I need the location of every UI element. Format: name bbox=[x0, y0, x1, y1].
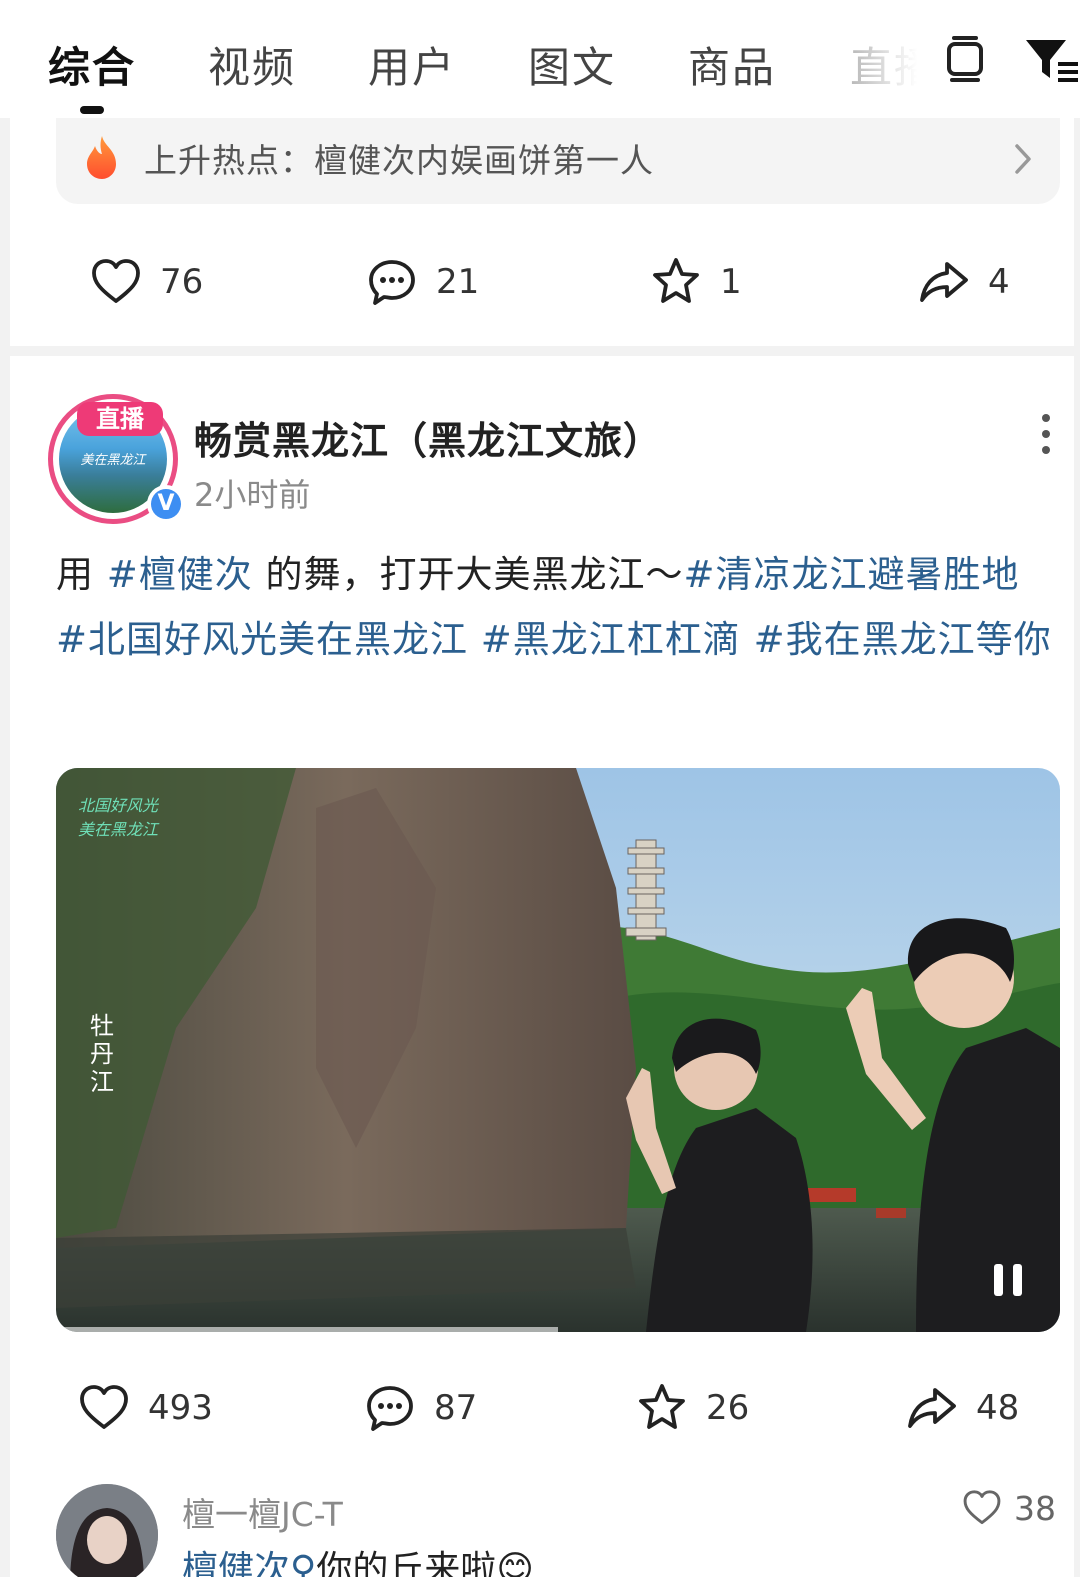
like-button[interactable]: 76 bbox=[90, 256, 203, 308]
filter-icon[interactable] bbox=[1022, 34, 1080, 84]
share-icon bbox=[920, 262, 968, 302]
comment-count: 21 bbox=[436, 262, 480, 302]
post-time: 2小时前 bbox=[194, 476, 311, 514]
comment-like-button[interactable]: 38 bbox=[962, 1488, 1056, 1528]
favorite-count: 1 bbox=[720, 262, 742, 302]
tab-image-text[interactable]: 图文 bbox=[528, 34, 616, 95]
tab-comprehensive[interactable]: 综合 bbox=[48, 34, 136, 95]
hot-topic-prefix: 上升热点： bbox=[144, 141, 314, 180]
share-button[interactable]: 4 bbox=[918, 256, 1010, 308]
hashtag-link[interactable]: #檀健次 bbox=[107, 553, 253, 596]
video-watermark-line-1: 北国好风光 bbox=[78, 796, 159, 815]
flame-icon bbox=[87, 136, 116, 179]
star-icon bbox=[639, 1384, 685, 1429]
chevron-right-icon bbox=[1015, 144, 1031, 174]
mention-link[interactable]: 檀健次 bbox=[182, 1549, 290, 1577]
favorite-count: 26 bbox=[706, 1388, 750, 1428]
comment-button[interactable]: 21 bbox=[366, 256, 479, 308]
post-card-2: 美在黑龙江 直播 V 畅赏黑龙江（黑龙江文旅） 2小时前 用 #檀健次 的舞，打… bbox=[10, 356, 1074, 1577]
heart-icon bbox=[80, 1385, 128, 1429]
like-button[interactable]: 493 bbox=[78, 1382, 213, 1434]
comment-icon bbox=[367, 1386, 413, 1431]
tab-products[interactable]: 商品 bbox=[688, 34, 776, 95]
commenter-name[interactable]: 檀一檀JC-T bbox=[182, 1488, 343, 1536]
verified-icon: V bbox=[151, 489, 181, 519]
hashtag-link[interactable]: #黑龙江杠杠滴 bbox=[481, 618, 741, 661]
post-text-part: 用 bbox=[56, 553, 107, 596]
hashtag-link[interactable]: #清凉龙江避暑胜地 bbox=[684, 553, 1020, 596]
hashtag-link[interactable]: #北国好风光美在黑龙江 bbox=[56, 618, 468, 661]
like-count: 493 bbox=[148, 1388, 213, 1428]
video-watermark-line-2: 美在黑龙江 bbox=[78, 820, 159, 839]
comment-button[interactable]: 87 bbox=[364, 1382, 477, 1434]
heart-icon bbox=[963, 1490, 1001, 1525]
search-tab-bar: 综合 视频 用户 图文 商品 直播 bbox=[0, 0, 1080, 118]
device-icon[interactable] bbox=[940, 34, 990, 84]
video-watermark: 北国好风光美在黑龙江 bbox=[78, 794, 158, 842]
commenter-avatar[interactable] bbox=[56, 1484, 158, 1577]
favorite-button[interactable]: 26 bbox=[636, 1382, 749, 1434]
share-button[interactable]: 48 bbox=[906, 1382, 1019, 1434]
share-count: 4 bbox=[988, 262, 1010, 302]
favorite-button[interactable]: 1 bbox=[650, 256, 742, 308]
rising-hot-topic-bar[interactable]: 上升热点：檀健次内娱画饼第一人 bbox=[56, 118, 1060, 204]
post-card-1: 上升热点：檀健次内娱画饼第一人 76 21 1 4 bbox=[10, 118, 1074, 346]
star-icon bbox=[653, 258, 699, 303]
hot-topic-title: 檀健次内娱画饼第一人 bbox=[314, 141, 654, 180]
author-name[interactable]: 畅赏黑龙江（黑龙江文旅） bbox=[194, 410, 662, 465]
avatar-caption: 美在黑龙江 bbox=[80, 453, 146, 468]
video-frame bbox=[56, 768, 1060, 1332]
tab-users[interactable]: 用户 bbox=[368, 34, 456, 95]
comment-body: 你的丘来啦😊 bbox=[316, 1549, 534, 1577]
heart-icon bbox=[92, 259, 140, 303]
post-text-part: 的舞，打开大美黑龙江～ bbox=[252, 553, 684, 596]
video-location-label: 牡丹江 bbox=[90, 1012, 114, 1096]
video-player[interactable]: 北国好风光美在黑龙江 牡丹江 bbox=[56, 768, 1060, 1332]
female-icon: ♀ bbox=[290, 1549, 317, 1577]
hashtag-link[interactable]: #我在黑龙江等你 bbox=[754, 618, 1052, 661]
commenter-avatar-image bbox=[56, 1484, 158, 1577]
comment-icon bbox=[369, 260, 415, 305]
comment-count: 87 bbox=[434, 1388, 478, 1428]
post-body: 用 #檀健次 的舞，打开大美黑龙江～#清凉龙江避暑胜地 #北国好风光美在黑龙江 … bbox=[56, 542, 1060, 672]
tab-fade bbox=[820, 20, 950, 100]
video-progress-bar[interactable] bbox=[56, 1327, 558, 1332]
more-options-icon[interactable] bbox=[1036, 412, 1056, 456]
like-count: 76 bbox=[160, 262, 204, 302]
author-avatar[interactable]: 美在黑龙江 直播 V bbox=[48, 394, 185, 524]
live-badge: 直播 bbox=[77, 402, 163, 436]
share-count: 48 bbox=[976, 1388, 1020, 1428]
comment-text: 檀健次♀你的丘来啦😊 bbox=[182, 1540, 534, 1577]
active-tab-indicator bbox=[80, 106, 104, 114]
tab-video[interactable]: 视频 bbox=[208, 34, 296, 95]
comment-like-count: 38 bbox=[1014, 1488, 1056, 1528]
pause-icon[interactable] bbox=[990, 1262, 1026, 1298]
verified-badge: V bbox=[147, 485, 185, 523]
hot-topic-text: 上升热点：檀健次内娱画饼第一人 bbox=[144, 134, 654, 182]
share-icon bbox=[908, 1388, 956, 1428]
